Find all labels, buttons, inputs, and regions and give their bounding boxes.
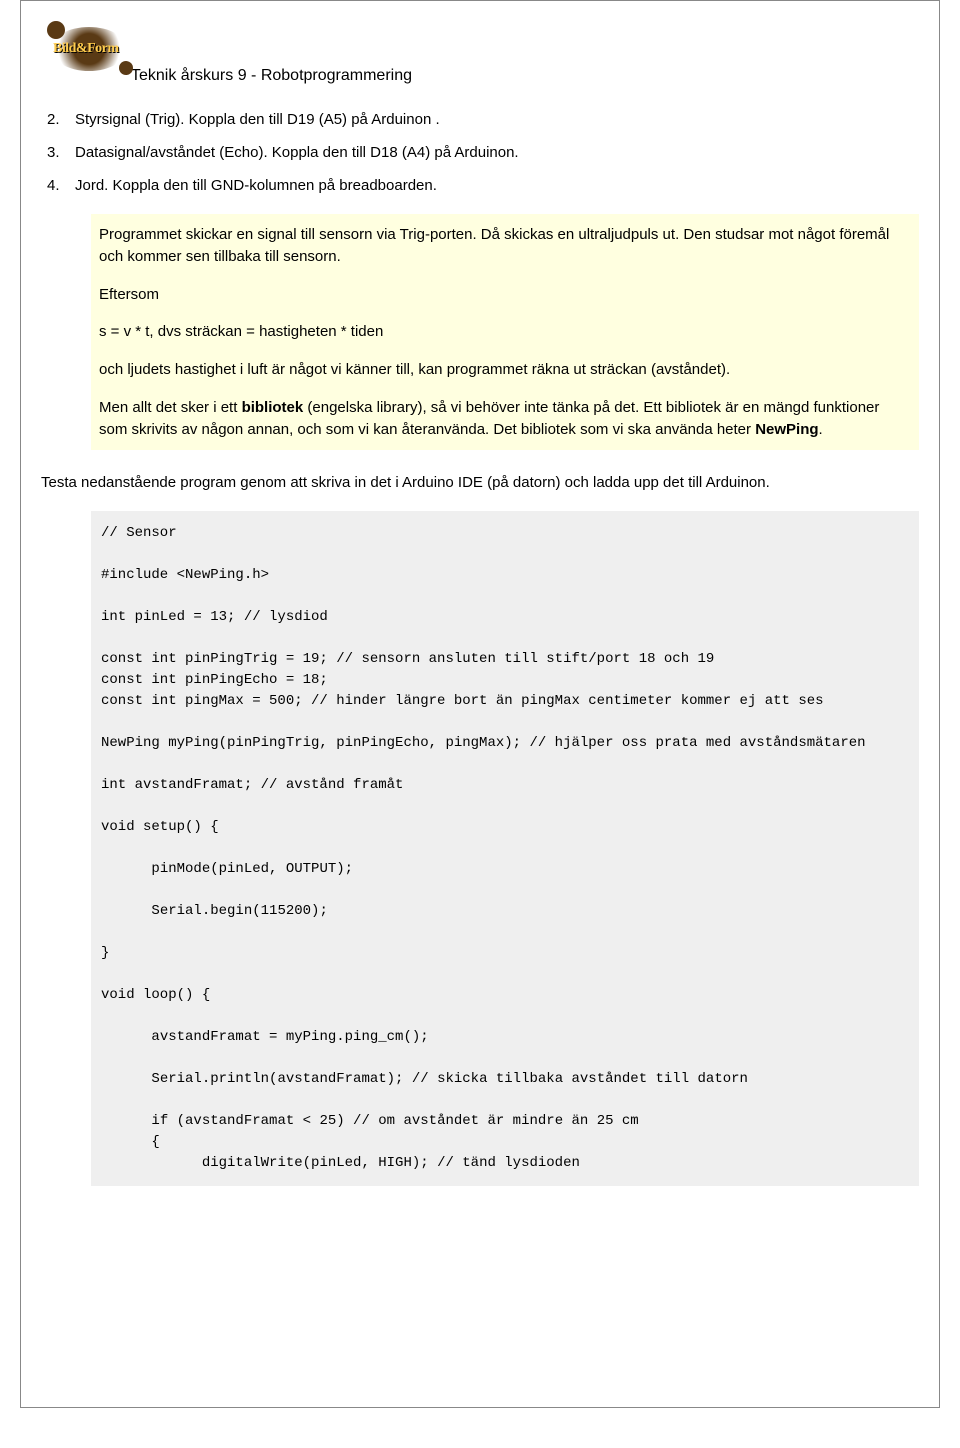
- list-item-text: Datasignal/avståndet (Echo). Koppla den …: [75, 144, 519, 161]
- info-paragraph: Men allt det sker i ett bibliotek (engel…: [99, 397, 911, 441]
- list-item: 2. Styrsignal (Trig). Koppla den till D1…: [47, 111, 919, 128]
- logo-text: Bild&Form: [53, 41, 119, 57]
- info-text: Men allt det sker i ett: [99, 399, 242, 416]
- info-box: Programmet skickar en signal till sensor…: [91, 214, 919, 450]
- info-bold: NewPing: [755, 421, 818, 438]
- list-item-number: 2.: [47, 111, 63, 128]
- info-paragraph: Eftersom: [99, 284, 911, 306]
- body-paragraph: Testa nedanstående program genom att skr…: [41, 472, 919, 493]
- list-item-text: Styrsignal (Trig). Koppla den till D19 (…: [75, 111, 440, 128]
- code-block: // Sensor #include <NewPing.h> int pinLe…: [91, 511, 919, 1186]
- list-item-text: Jord. Koppla den till GND-kolumnen på br…: [75, 177, 437, 194]
- list-item: 3. Datasignal/avståndet (Echo). Koppla d…: [47, 144, 919, 161]
- list-item-number: 4.: [47, 177, 63, 194]
- info-paragraph: s = v * t, dvs sträckan = hastigheten * …: [99, 321, 911, 343]
- document-page: Bild&Form Teknik årskurs 9 - Robotprogra…: [20, 0, 940, 1408]
- document-title: Teknik årskurs 9 - Robotprogrammering: [131, 67, 919, 85]
- list-item-number: 3.: [47, 144, 63, 161]
- info-bold: bibliotek: [242, 399, 304, 416]
- list-item: 4. Jord. Koppla den till GND-kolumnen på…: [47, 177, 919, 194]
- info-paragraph: Programmet skickar en signal till sensor…: [99, 224, 911, 268]
- logo: Bild&Form: [41, 21, 141, 81]
- numbered-list: 2. Styrsignal (Trig). Koppla den till D1…: [47, 111, 919, 194]
- info-text: .: [819, 421, 823, 438]
- info-paragraph: och ljudets hastighet i luft är något vi…: [99, 359, 911, 381]
